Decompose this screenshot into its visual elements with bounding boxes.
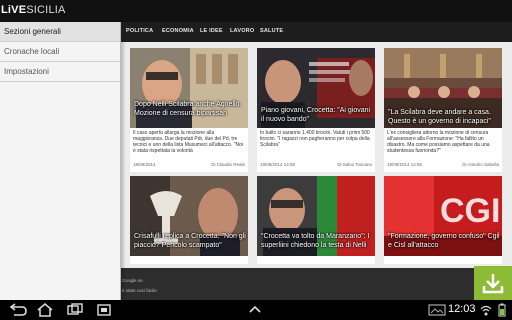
drawer-item-impostazioni[interactable]: Impostazioni [0,62,120,82]
chevron-up-icon[interactable] [248,303,262,317]
screenshot-icon[interactable] [96,303,112,317]
news-card[interactable]: "Crocetta va tolto da Maranzano": I supe… [257,176,375,264]
home-icon[interactable] [36,303,54,317]
category-tabs: POLITICA ECONOMIA LE IDEE LAVORO SALUTE [120,22,512,42]
battery-icon [498,303,506,317]
news-date: 19/09/2014 14:58 [260,162,296,167]
news-snippet: L'ex consigliera attorno la mozione di c… [387,130,490,154]
news-card[interactable]: Crisafulli replica a Crocetta: "Non gli … [130,176,248,264]
news-title: Crisafulli replica a Crocetta: "Non gli … [134,233,246,249]
back-icon[interactable] [6,303,28,317]
news-card[interactable]: Piano giovani, Crocetta: "Ai giovani il … [257,48,375,172]
news-snippet: Il caso aperto allarga la mozione alla m… [133,130,244,154]
news-meta: 19/09/2014 Di Claudio Reale [133,162,245,167]
tab-economia[interactable]: ECONOMIA [162,28,194,34]
navigation-drawer: Sezioni generali Cronache locali Imposta… [0,22,121,300]
news-date: 19/09/2014 14:56 [387,162,423,167]
app-logo[interactable]: LiVESICILIA [1,4,66,16]
news-card[interactable]: Dopo Nelli Scilabra anche Agnello. Mozio… [130,48,248,172]
wifi-icon [480,305,492,316]
action-bar: LiVESICILIA [0,0,512,22]
recent-apps-icon[interactable] [66,303,84,317]
ad-banner[interactable]: Google.ne è stato così facile [120,268,512,300]
news-author: Di Salvo Toscano [337,162,372,167]
gallery-notification-icon [428,304,446,316]
download-button[interactable] [474,266,512,300]
status-clock: 12:03 [448,303,476,315]
svg-text:CGIL: CGIL [440,192,502,230]
news-card[interactable]: "La Scilabra deve andare a casa. Questo … [384,48,502,172]
news-date: 19/09/2014 [133,162,156,167]
download-icon [482,274,504,294]
tab-salute[interactable]: SALUTE [260,28,283,34]
news-title: "Crocetta va tolto da Maranzano": I supe… [261,233,370,249]
news-author: Di Claudio Reale [211,162,245,167]
news-snippet: In ballo ci saranno 1.400 tirocini. Valu… [260,130,370,148]
news-meta: 19/09/2014 14:56 Di Antonio Sabella [387,162,499,167]
ad-subtext: è stato così facile [122,288,157,293]
news-title: "Formazione, governo confuso" Cgil e Cis… [388,233,500,249]
news-card[interactable]: CGIL "Formazione, governo confuso" Cgil … [384,176,502,264]
drawer-item-cronache-locali[interactable]: Cronache locali [0,42,120,62]
news-grid: Dopo Nelli Scilabra anche Agnello. Mozio… [120,42,512,300]
tab-lavoro[interactable]: LAVORO [230,28,254,34]
drawer-item-sezioni-generali[interactable]: Sezioni generali [0,22,120,42]
tab-politica[interactable]: POLITICA [126,28,153,34]
system-navigation-bar: 12:03 [0,300,512,320]
news-meta: 19/09/2014 14:58 Di Salvo Toscano [260,162,372,167]
news-author: Di Antonio Sabella [462,162,499,167]
tab-le-idee[interactable]: LE IDEE [200,28,223,34]
